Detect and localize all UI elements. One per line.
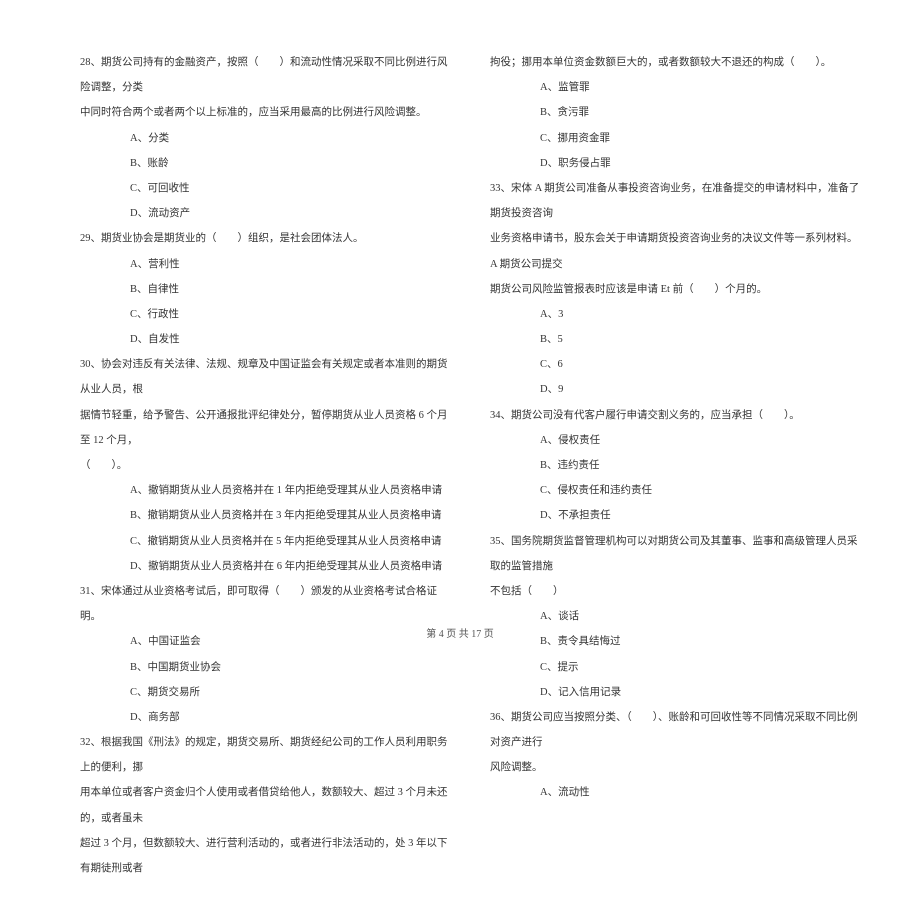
q35-opt-d: D、记入信用记录 bbox=[490, 680, 860, 705]
q29-line1: 29、期货业协会是期货业的（ ）组织，是社会团体法人。 bbox=[80, 226, 450, 251]
q32-opt-a: A、监管罪 bbox=[490, 75, 860, 100]
page-footer: 第 4 页 共 17 页 bbox=[0, 625, 920, 640]
q32-opt-c: C、挪用资金罪 bbox=[490, 126, 860, 151]
q33-opt-d: D、9 bbox=[490, 377, 860, 402]
q30-opt-b: B、撤销期货从业人员资格并在 3 年内拒绝受理其从业人员资格申请 bbox=[80, 503, 450, 528]
q34-opt-d: D、不承担责任 bbox=[490, 503, 860, 528]
q33-opt-c: C、6 bbox=[490, 352, 860, 377]
q35-line1: 35、国务院期货监督管理机构可以对期货公司及其董事、监事和高级管理人员采取的监管… bbox=[490, 529, 860, 579]
q36-opt-a: A、流动性 bbox=[490, 780, 860, 805]
q31-opt-b: B、中国期货业协会 bbox=[80, 655, 450, 680]
q31-line1: 31、宋体通过从业资格考试后，即可取得（ ）颁发的从业资格考试合格证明。 bbox=[80, 579, 450, 629]
q36-line2: 风险调整。 bbox=[490, 755, 860, 780]
q28-line1: 28、期货公司持有的金融资产，按照（ ）和流动性情况采取不同比例进行风险调整，分… bbox=[80, 50, 450, 100]
left-column: 28、期货公司持有的金融资产，按照（ ）和流动性情况采取不同比例进行风险调整，分… bbox=[80, 50, 450, 881]
q33-opt-b: B、5 bbox=[490, 327, 860, 352]
q29-opt-c: C、行政性 bbox=[80, 302, 450, 327]
q33-line3: 期货公司风险监管报表时应该是申请 Et 前（ ）个月的。 bbox=[490, 277, 860, 302]
q28-opt-d: D、流动资产 bbox=[80, 201, 450, 226]
q32-line2: 用本单位或者客户资金归个人使用或者借贷给他人，数额较大、超过 3 个月未还的，或… bbox=[80, 780, 450, 830]
q28-opt-c: C、可回收性 bbox=[80, 176, 450, 201]
q30-opt-d: D、撤销期货从业人员资格并在 6 年内拒绝受理其从业人员资格申请 bbox=[80, 554, 450, 579]
q34-opt-c: C、侵权责任和违约责任 bbox=[490, 478, 860, 503]
q34-line1: 34、期货公司没有代客户履行申请交割义务的，应当承担（ ）。 bbox=[490, 403, 860, 428]
q33-line2: 业务资格申请书，股东会关于申请期货投资咨询业务的决议文件等一系列材料。A 期货公… bbox=[490, 226, 860, 276]
q32-opt-d: D、职务侵占罪 bbox=[490, 151, 860, 176]
q30-line2: 据情节轻重，给予警告、公开通报批评纪律处分，暂停期货从业人员资格 6 个月至 1… bbox=[80, 403, 450, 453]
q30-opt-c: C、撤销期货从业人员资格并在 5 年内拒绝受理其从业人员资格申请 bbox=[80, 529, 450, 554]
q34-opt-a: A、侵权责任 bbox=[490, 428, 860, 453]
q32-line1: 32、根据我国《刑法》的规定，期货交易所、期货经纪公司的工作人员利用职务上的便利… bbox=[80, 730, 450, 780]
page-container: 28、期货公司持有的金融资产，按照（ ）和流动性情况采取不同比例进行风险调整，分… bbox=[0, 0, 920, 911]
q32-line4: 拘役；挪用本单位资金数额巨大的，或者数额较大不退还的构成（ ）。 bbox=[490, 50, 860, 75]
q30-line3: （ ）。 bbox=[80, 453, 450, 478]
q35-opt-c: C、提示 bbox=[490, 655, 860, 680]
q31-opt-d: D、商务部 bbox=[80, 705, 450, 730]
q28-line2: 中同时符合两个或者两个以上标准的，应当采用最高的比例进行风险调整。 bbox=[80, 100, 450, 125]
q33-opt-a: A、3 bbox=[490, 302, 860, 327]
q29-opt-b: B、自律性 bbox=[80, 277, 450, 302]
q32-opt-b: B、贪污罪 bbox=[490, 100, 860, 125]
q36-line1: 36、期货公司应当按照分类、（ ）、账龄和可回收性等不同情况采取不同比例对资产进… bbox=[490, 705, 860, 755]
q28-opt-a: A、分类 bbox=[80, 126, 450, 151]
q29-opt-d: D、自发性 bbox=[80, 327, 450, 352]
q29-opt-a: A、营利性 bbox=[80, 252, 450, 277]
q28-opt-b: B、账龄 bbox=[80, 151, 450, 176]
q30-line1: 30、协会对违反有关法律、法规、规章及中国证监会有关规定或者本准则的期货从业人员… bbox=[80, 352, 450, 402]
right-column: 拘役；挪用本单位资金数额巨大的，或者数额较大不退还的构成（ ）。 A、监管罪 B… bbox=[490, 50, 860, 881]
q35-line2: 不包括（ ） bbox=[490, 579, 860, 604]
q32-line3: 超过 3 个月，但数额较大、进行营利活动的，或者进行非法活动的，处 3 年以下有… bbox=[80, 831, 450, 881]
q31-opt-c: C、期货交易所 bbox=[80, 680, 450, 705]
q30-opt-a: A、撤销期货从业人员资格并在 1 年内拒绝受理其从业人员资格申请 bbox=[80, 478, 450, 503]
q33-line1: 33、宋体 A 期货公司准备从事投资咨询业务，在准备提交的申请材料中，准备了期货… bbox=[490, 176, 860, 226]
q34-opt-b: B、违约责任 bbox=[490, 453, 860, 478]
